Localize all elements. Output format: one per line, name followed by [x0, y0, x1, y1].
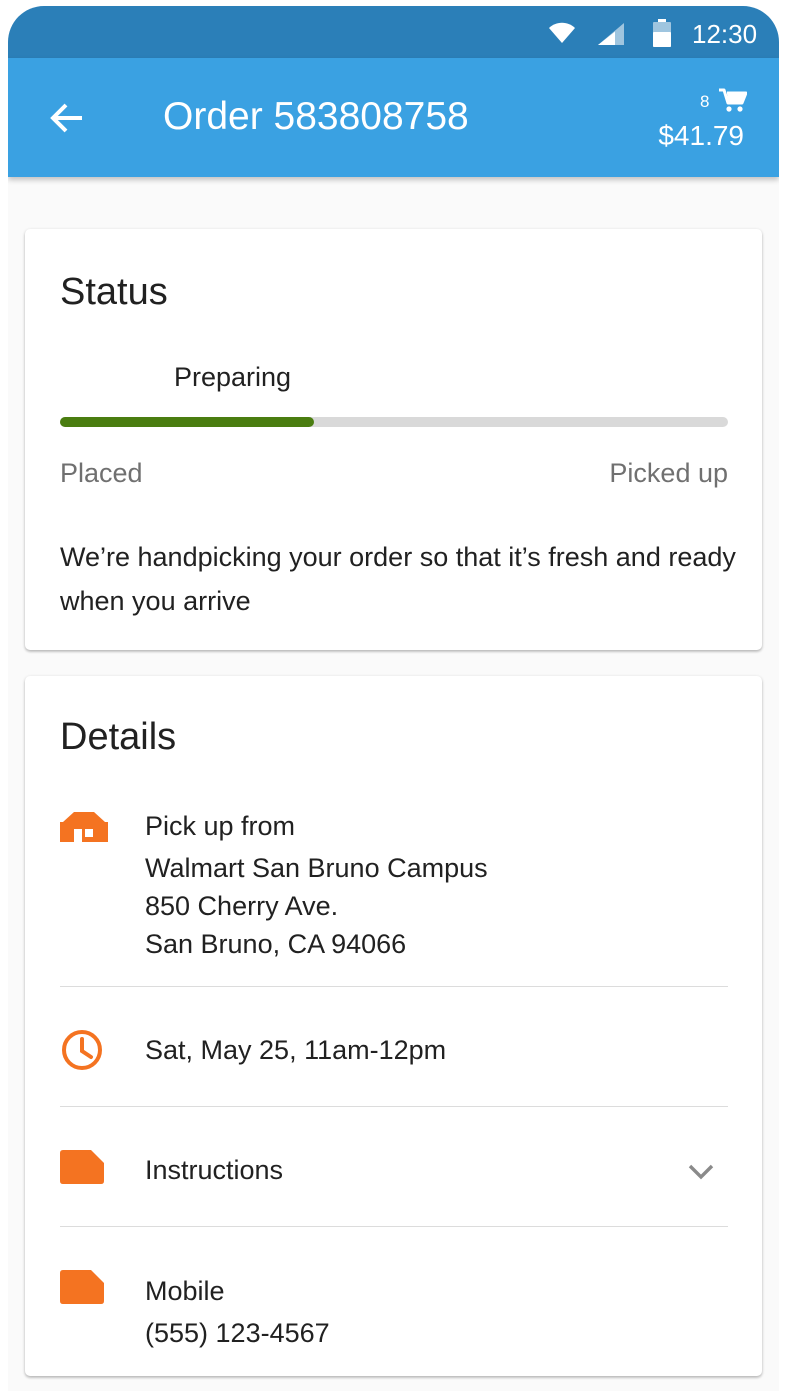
order-progress-bar: [60, 417, 728, 427]
back-button[interactable]: [46, 96, 90, 140]
mobile-number: (555) 123-4567: [145, 1318, 330, 1348]
store-address-line2: San Bruno, CA 94066: [145, 929, 407, 959]
status-message: We’re handpicking your order so that it’…: [60, 542, 736, 616]
details-card: Details Pick up from Walmart San Bruno C…: [25, 676, 762, 1376]
phone-screen: 12:30 Order 583808758 8 $41.79 Status Pr…: [8, 6, 779, 1391]
divider: [60, 1106, 728, 1107]
battery-icon: [653, 19, 671, 47]
store-icon: [60, 812, 108, 842]
status-card-title: Status: [60, 271, 168, 313]
pickup-time-slot: Sat, May 25, 11am-12pm: [145, 1035, 447, 1065]
cart-total[interactable]: $41.79: [658, 120, 744, 152]
clock-time: 12:30: [692, 19, 758, 49]
signal-icon: [598, 23, 624, 45]
wifi-icon: [549, 22, 575, 43]
store-name: Walmart San Bruno Campus: [145, 853, 488, 883]
divider: [60, 986, 728, 987]
app-bar: Order 583808758 8 $41.79: [8, 58, 779, 177]
progress-label: Preparing: [174, 362, 292, 392]
divider: [60, 1226, 728, 1227]
pickup-info: Pick up from Walmart San Bruno Campus 85…: [145, 807, 488, 963]
mobile-info: Mobile (555) 123-4567: [145, 1272, 330, 1352]
mobile-label: Mobile: [145, 1276, 225, 1306]
note-icon: [60, 1150, 104, 1184]
system-status-bar: 12:30: [8, 6, 779, 58]
cart-item-count[interactable]: 8: [700, 92, 709, 112]
status-card: Status Preparing Placed Picked up We’re …: [25, 229, 762, 650]
chevron-down-icon[interactable]: [687, 1163, 715, 1181]
instructions-label: Instructions: [145, 1155, 284, 1185]
page-title: Order 583808758: [163, 95, 469, 138]
clock-icon: [62, 1030, 102, 1070]
arrow-left-icon: [50, 103, 82, 133]
order-progress-fill: [60, 417, 314, 427]
details-card-title: Details: [60, 716, 177, 758]
progress-start-label: Placed: [60, 458, 143, 488]
pickup-label: Pick up from: [145, 811, 296, 841]
store-address-line1: 850 Cherry Ave.: [145, 891, 339, 921]
note-icon: [60, 1270, 104, 1304]
progress-end-label: Picked up: [609, 458, 728, 488]
cart-icon[interactable]: [719, 87, 747, 113]
